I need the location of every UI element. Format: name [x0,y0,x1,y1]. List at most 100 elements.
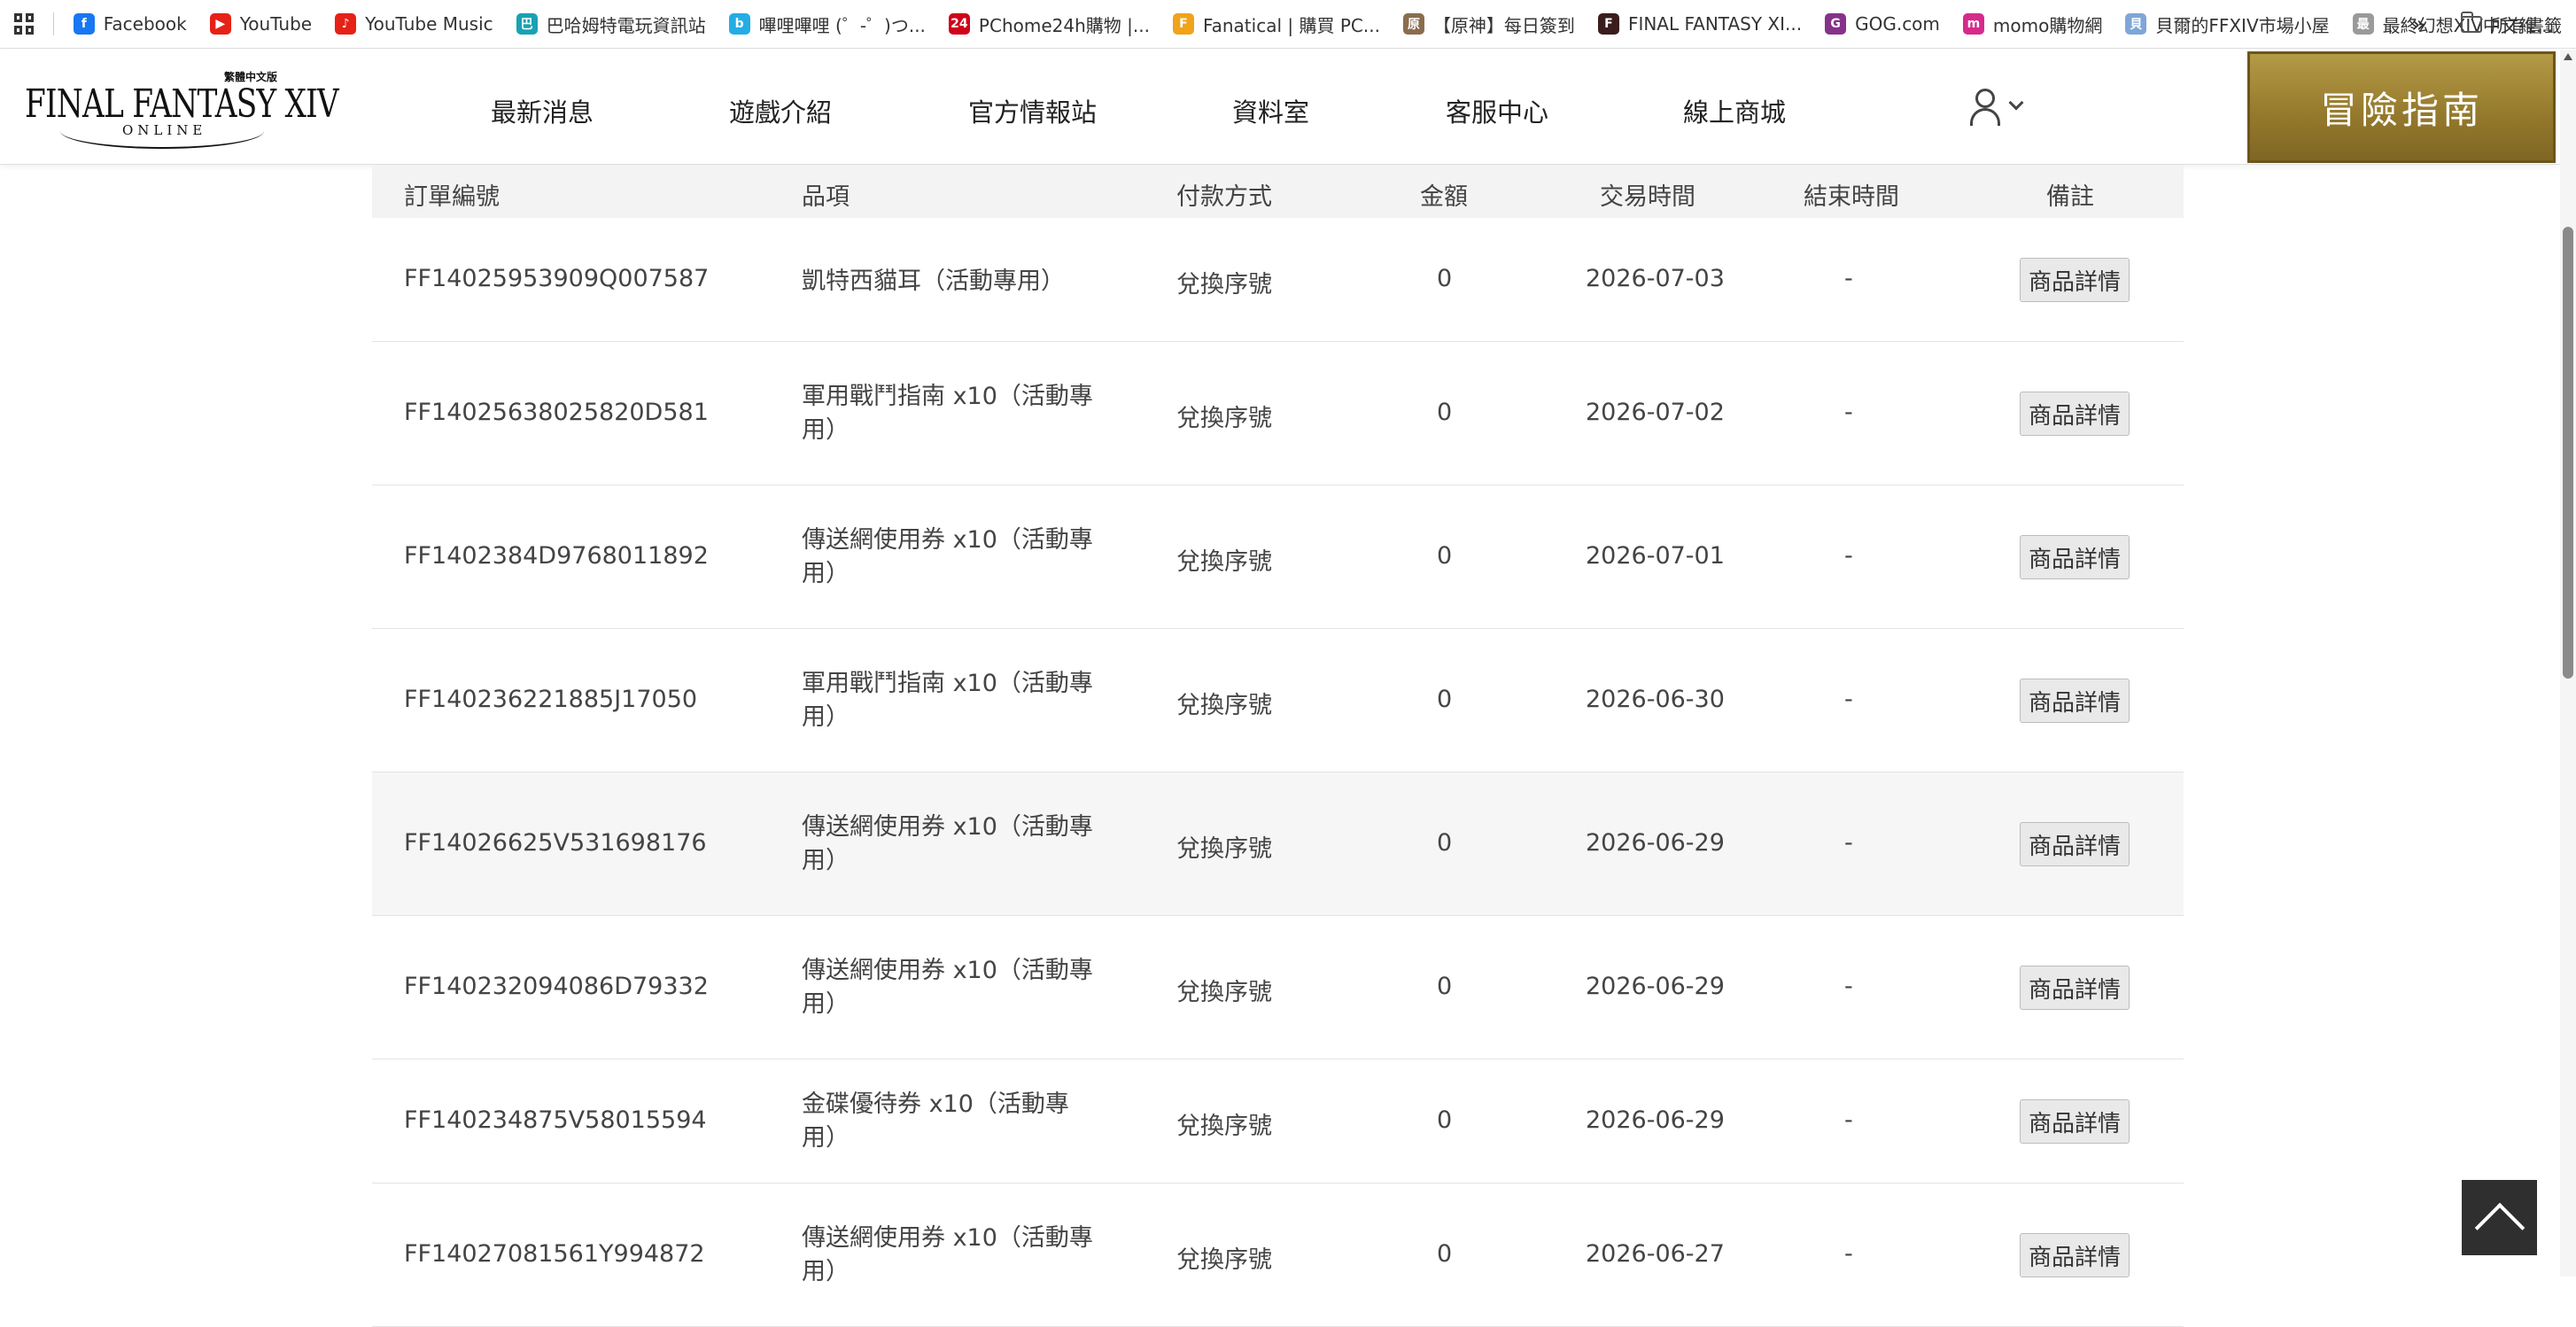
cell-amount: 0 [1437,973,1453,1000]
bookmark-item[interactable]: 24 PChome24h購物 |... [948,12,1150,37]
cell-end-time: - [1844,1106,1853,1134]
cell-payment: 兌換序號 [1176,548,1272,576]
cell-trade-time: 2026-07-03 [1586,265,1725,292]
bookmark-item[interactable]: 原【原神】每日簽到 [1402,12,1575,37]
bookmarks-right: » 所有書籤 [2411,0,2562,48]
cell-trade-time: 2026-07-02 [1586,399,1725,426]
bookmark-label: 貝爾的FFXIV市場小屋 [2155,14,2330,36]
cell-order-id: FF140234875V58015594 [404,1106,707,1134]
table-row: FF140232094086D79332 傳送網使用券 x10（活動專用） 兌換序號… [372,916,2184,1059]
header-payment: 付款方式 [1176,183,1272,211]
market-icon: 貝 [2125,13,2147,35]
product-detail-button[interactable]: 商品詳情 [2020,1233,2130,1277]
gog-icon: G [1825,13,1847,35]
product-detail-button[interactable]: 商品詳情 [2020,966,2130,1010]
bookmark-item[interactable]: ♪ YouTube Music [335,13,493,35]
fanatical-icon: F [1172,13,1194,35]
product-detail-button[interactable]: 商品詳情 [2020,822,2130,866]
more-bookmarks-icon[interactable]: » [2411,12,2425,38]
cell-item: 軍用戰鬥指南 x10（活動專用） [802,383,1093,444]
nav-library[interactable]: 資料室 [1232,92,1309,129]
cell-trade-time: 2026-07-01 [1586,542,1725,570]
bookmark-item[interactable]: F Fanatical | 購買 PC... [1172,12,1380,37]
bahamut-icon: 巴 [516,13,538,35]
bookmark-item[interactable]: 貝貝爾的FFXIV市場小屋 [2125,12,2330,37]
ffxiv-logo[interactable]: 繁體中文版 FINAL FANTASY XIV ONLINE [25,69,339,149]
page-scrollbar[interactable] [2560,50,2576,1277]
back-to-top-button[interactable] [2462,1180,2537,1255]
bookmark-label: YouTube Music [365,13,493,35]
nav-online-store[interactable]: 線上商城 [1683,92,1786,129]
cell-item: 傳送網使用券 x10（活動專用） [802,957,1093,1018]
cell-item: 傳送網使用券 x10（活動專用） [802,1224,1093,1285]
cell-amount: 0 [1437,399,1453,426]
bookmark-label: GOG.com [1855,13,1940,35]
folder-icon [2461,12,2482,33]
nav-news[interactable]: 最新消息 [491,92,594,129]
product-detail-button[interactable]: 商品詳情 [2020,679,2130,723]
product-detail-button[interactable]: 商品詳情 [2020,1099,2130,1144]
cell-item: 傳送網使用券 x10（活動專用） [802,813,1093,874]
bookmark-label: PChome24h購物 |... [978,14,1150,36]
nav-support[interactable]: 客服中心 [1446,92,1548,129]
product-detail-button[interactable]: 商品詳情 [2020,258,2130,302]
nav-game-intro[interactable]: 遊戲介紹 [729,92,832,129]
chevron-down-icon [2008,95,2024,111]
orders-table: 訂單編號 品項 付款方式 金額 交易時間 結束時間 備註 FF140259539… [372,165,2184,1327]
bookmark-label: Facebook [103,13,187,35]
table-row: FF140234875V58015594 金碟優待券 x10（活動專用） 兌換序號 0… [372,1059,2184,1183]
cell-item: 凱特西貓耳（活動專用） [802,268,1065,295]
user-account-icon[interactable] [1970,89,2027,128]
cell-payment: 兌換序號 [1176,1113,1272,1140]
all-bookmarks-folder[interactable]: 所有書籤 [2491,12,2562,37]
bookmark-label: 【原神】每日簽到 [1432,14,1575,36]
table-row: FF14025638025820D581 軍用戰鬥指南 x10（活動專用） 兌換序號… [372,342,2184,485]
bookmark-item[interactable]: F FINAL FANTASY XI... [1597,13,1802,35]
bookmark-item[interactable]: ▶ YouTube [209,13,313,35]
cell-end-time: - [1844,829,1853,857]
cell-item: 金碟優待券 x10（活動專用） [802,1090,1069,1152]
cell-end-time: - [1844,686,1853,713]
table-row: FF14026625V531698176 傳送網使用券 x10（活動專用） 兌換序號… [372,772,2184,916]
cell-order-id: FF1402384D9768011892 [404,542,709,570]
logo-subtitle: ONLINE [122,122,207,138]
bookmark-label: momo購物網 [1992,14,2103,36]
cell-amount: 0 [1437,265,1453,292]
cell-item: 軍用戰鬥指南 x10（活動專用） [802,670,1093,731]
header-item: 品項 [802,183,850,211]
bilibili-icon: b [728,13,750,35]
scrollbar-thumb[interactable] [2563,227,2573,679]
header-order-id: 訂單編號 [404,183,500,211]
product-detail-button[interactable]: 商品詳情 [2020,535,2130,579]
bookmark-item[interactable]: m momo購物網 [1962,12,2103,37]
scroll-up-arrow-icon[interactable] [2564,53,2572,60]
cell-amount: 0 [1437,1106,1453,1134]
cell-payment: 兌換序號 [1176,271,1272,299]
site-header: 繁體中文版 FINAL FANTASY XIV ONLINE 最新消息 遊戲介紹… [0,50,2560,165]
table-row: FF140236221885J17050 軍用戰鬥指南 x10（活動專用） 兌換序號… [372,629,2184,772]
bookmark-item[interactable]: b 嗶哩嗶哩 (゜-゜)つ... [728,12,926,37]
table-header: 訂單編號 品項 付款方式 金額 交易時間 結束時間 備註 [372,165,2184,218]
youtube-music-icon: ♪ [335,13,357,35]
adventure-guide-button[interactable]: 冒險指南 [2247,51,2556,163]
youtube-icon: ▶ [209,13,231,35]
bookmark-label: YouTube [239,13,313,35]
cell-end-time: - [1844,265,1853,292]
product-detail-button[interactable]: 商品詳情 [2020,392,2130,436]
cell-order-id: FF14027081561Y994872 [404,1240,705,1268]
bookmarks-list: f Facebook ▶ YouTube ♪ YouTube Music 巴巴哈姆特電玩資訊… [73,12,2576,37]
bookmark-item[interactable]: f Facebook [73,13,187,35]
cell-item: 傳送網使用券 x10（活動專用） [802,526,1093,587]
table-body: FF14025953909Q007587 凱特西貓耳（活動專用） 兌換序號 0 2026… [372,218,2184,1327]
bookmark-label: Fanatical | 購買 PC... [1202,14,1380,36]
bookmark-item[interactable]: 巴巴哈姆特電玩資訊站 [516,12,706,37]
cell-order-id: FF14025953909Q007587 [404,265,710,292]
nav-official-info[interactable]: 官方情報站 [968,92,1097,129]
bookmark-item[interactable]: G GOG.com [1825,13,1940,35]
table-row: FF14027081561Y994872 傳送網使用券 x10（活動專用） 兌換序號… [372,1183,2184,1327]
apps-grid-icon[interactable] [14,13,34,35]
cell-end-time: - [1844,399,1853,426]
cell-order-id: FF140232094086D79332 [404,973,709,1000]
wiki-icon: 最 [2352,13,2374,35]
cell-trade-time: 2026-06-29 [1586,1106,1725,1134]
